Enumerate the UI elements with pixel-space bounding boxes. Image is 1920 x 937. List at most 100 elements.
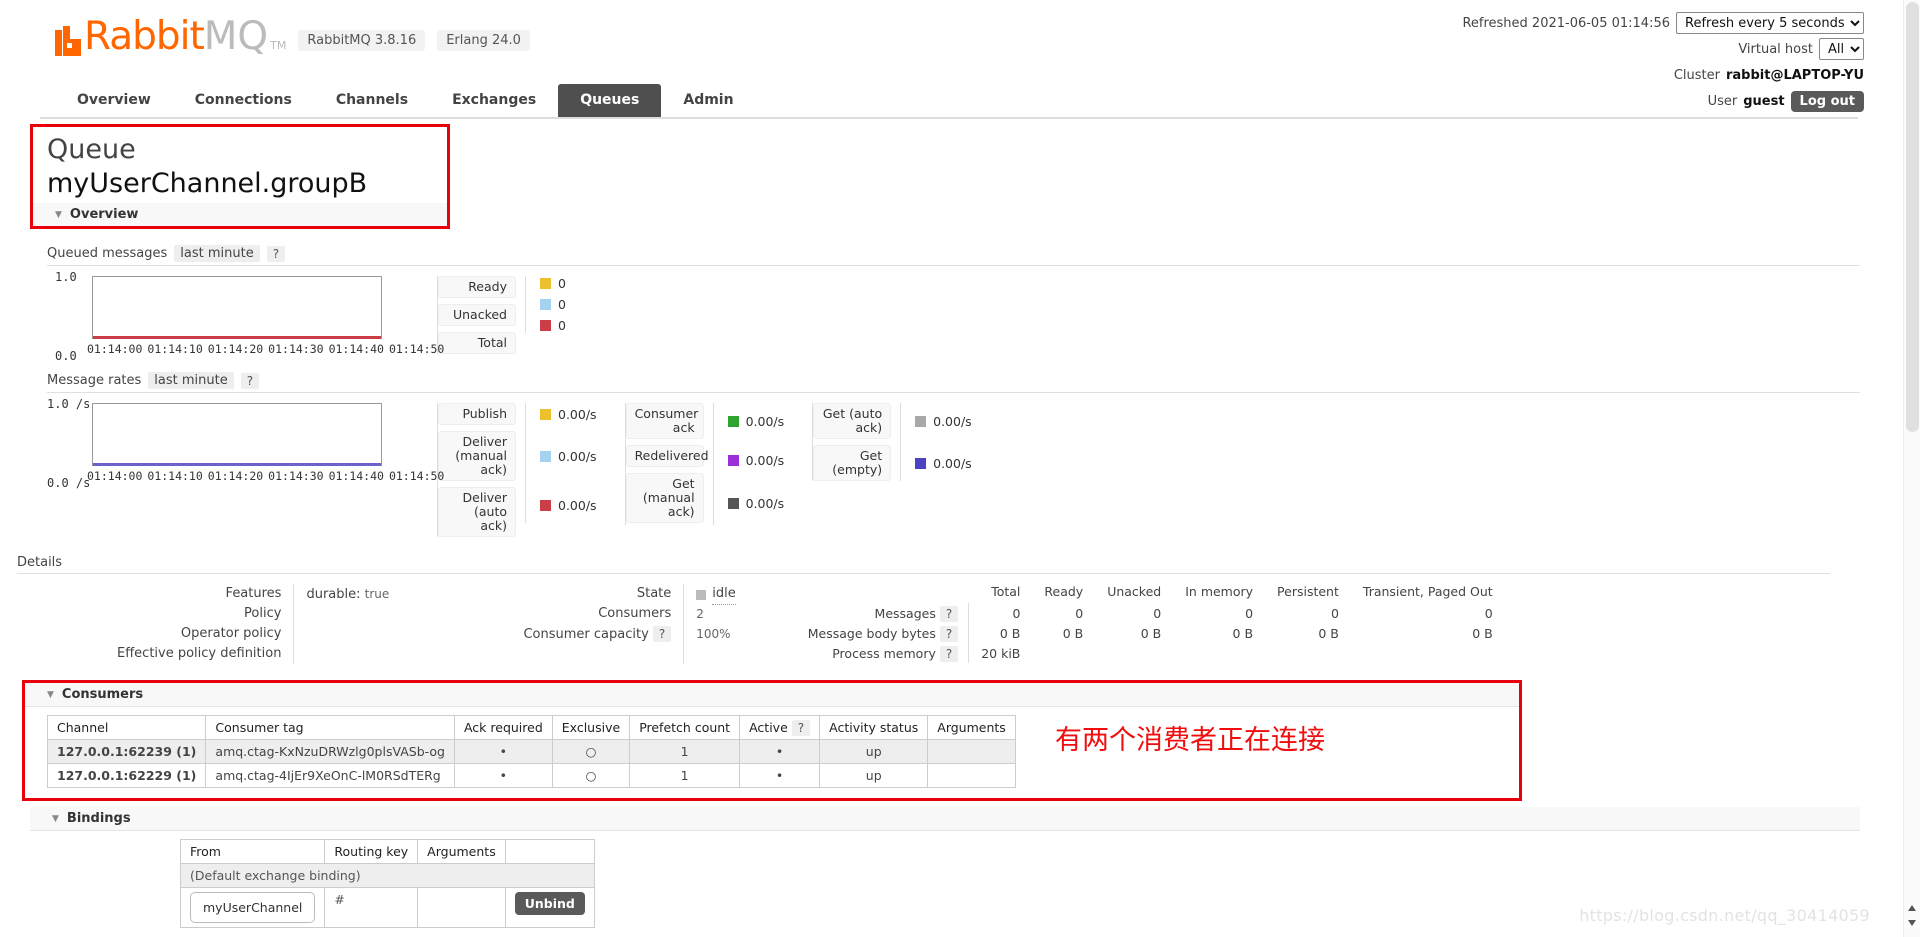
active-help-icon[interactable]: ? — [791, 720, 811, 736]
scrollbar-thumb[interactable] — [1906, 2, 1919, 432]
queued-unacked-value: 0 — [558, 297, 566, 312]
bytes-total: 0 B — [999, 625, 1021, 641]
col-activity-status[interactable]: Activity status — [819, 715, 929, 740]
legend-button-deliver-auto-ack[interactable]: Deliver (auto ack) — [438, 487, 516, 537]
consumer-tag: amq.ctag-KxNzuDRWzlg0plsVASb-og — [205, 739, 455, 764]
legend-button-ready[interactable]: Ready — [438, 276, 516, 298]
queued-ytick-top: 1.0 — [55, 270, 77, 284]
matrix-col-in-memory: In memory — [1185, 584, 1254, 599]
messages-matrix: Total Ready Unacked In memory Persistent… — [795, 584, 1505, 664]
swatch-publish-icon — [540, 408, 551, 420]
legend-button-publish[interactable]: Publish — [438, 403, 516, 425]
logout-button[interactable]: Log out — [1790, 90, 1864, 112]
message-rates-period[interactable]: last minute — [148, 372, 234, 389]
rabbitmq-logo[interactable]: Rabbit MQ TM RabbitMQ 3.8.16 Erlang 24.0 — [55, 17, 530, 56]
queued-messages-section: Queued messages last minute ? 1.0 0.0 01… — [30, 245, 1860, 363]
queued-total-series-line — [93, 336, 381, 339]
messages-total: 0 — [1012, 605, 1021, 621]
queue-name: myUserChannel.groupB — [47, 168, 368, 199]
tab-channels[interactable]: Channels — [314, 84, 430, 117]
queue-title-highlight-box: Queue myUserChannel.groupB ▼ Overview — [30, 124, 450, 229]
consumer-ack-rate-value: 0.00/s — [745, 413, 785, 429]
message-body-bytes-help-icon[interactable]: ? — [939, 625, 959, 642]
default-binding-row: (Default exchange binding) — [180, 863, 595, 888]
queued-messages-chart-row: 1.0 0.0 01:14:00 01:14:10 01:14:20 01:14… — [47, 270, 1860, 363]
queued-messages-period[interactable]: last minute — [174, 245, 260, 262]
message-rates-help-icon[interactable]: ? — [240, 372, 260, 389]
col-consumer-tag[interactable]: Consumer tag — [205, 715, 455, 740]
key-consumer-capacity: Consumer capacity ? — [523, 624, 672, 644]
legend-button-get-manual-ack[interactable]: Get (manual ack) — [625, 473, 704, 523]
rates-legend-col3: Get (auto ack) Get (empty) 0.00/s 0.00/s — [812, 403, 972, 481]
matrix-col-total: Total — [991, 584, 1021, 599]
process-memory-help-icon[interactable]: ? — [939, 645, 959, 662]
tab-overview[interactable]: Overview — [55, 84, 173, 117]
binding-arguments — [417, 887, 506, 928]
legend-button-total[interactable]: Total — [438, 332, 516, 354]
legend-value-ready: 0 — [540, 276, 566, 291]
col-active[interactable]: Active ? — [739, 715, 821, 740]
tab-admin[interactable]: Admin — [661, 84, 755, 117]
col-channel[interactable]: Channel — [46, 715, 207, 740]
legend-button-consumer-ack[interactable]: Consumer ack — [625, 403, 704, 439]
col-arguments[interactable]: Arguments — [927, 715, 1016, 740]
consumers-section-header[interactable]: ▼ Consumers — [25, 683, 1519, 707]
matrix-row-label-body-bytes: Message body bytes ? — [795, 623, 970, 643]
legend-button-unacked[interactable]: Unacked — [438, 304, 516, 326]
col-from: From — [179, 839, 326, 864]
legend-value-publish: 0.00/s — [540, 403, 597, 425]
tab-queues[interactable]: Queues — [558, 84, 662, 117]
legend-button-get-auto-ack[interactable]: Get (auto ack) — [813, 403, 892, 439]
legend-button-deliver-manual-ack[interactable]: Deliver (manual ack) — [438, 431, 516, 481]
queue-state-value: idle — [712, 584, 736, 605]
queued-messages-help-icon[interactable]: ? — [266, 245, 286, 262]
virtual-host-select[interactable]: All — [1819, 38, 1864, 60]
page-header: Rabbit MQ TM RabbitMQ 3.8.16 Erlang 24.0 R… — [0, 0, 1870, 112]
messages-help-icon[interactable]: ? — [939, 605, 959, 622]
legend-value-get-empty: 0.00/s — [915, 445, 972, 481]
page-scrollbar[interactable] — [1903, 0, 1920, 937]
consumer-activity-status: up — [819, 739, 929, 764]
key-state: State — [636, 586, 672, 601]
table-row[interactable]: 127.0.0.1:62239 (1) amq.ctag-KxNzuDRWzlg… — [46, 739, 1016, 764]
virtual-host-label: Virtual host — [1738, 41, 1813, 57]
col-ack-required[interactable]: Ack required — [453, 715, 553, 740]
consumers-block: ▼ Consumers Channel Consumer tag Ack req… — [0, 680, 1870, 801]
rates-plot-area — [92, 403, 382, 466]
rates-ytick-top: 1.0 /s — [47, 397, 91, 411]
scroll-down-arrow-icon[interactable] — [1908, 920, 1916, 926]
rates-xtick-1: 01:14:10 — [147, 469, 203, 483]
legend-button-redelivered[interactable]: Redelivered — [625, 445, 709, 467]
rates-ytick-bottom: 0.0 /s — [47, 476, 91, 490]
exchange-link-myuserchannel[interactable]: myUserChannel — [190, 892, 316, 923]
details-mid-keys: State Consumers Consumer capacity ? — [523, 584, 672, 664]
consumer-channel[interactable]: 127.0.0.1:62229 (1) — [46, 763, 207, 788]
tab-connections[interactable]: Connections — [173, 84, 314, 117]
bindings-section-header[interactable]: ▼ Bindings — [30, 807, 1860, 831]
consumer-active: • — [739, 739, 821, 764]
tab-exchanges[interactable]: Exchanges — [430, 84, 558, 117]
consumer-capacity-help-icon[interactable]: ? — [652, 626, 672, 642]
matrix-col-ready: Ready — [1044, 584, 1084, 599]
col-prefetch-count[interactable]: Prefetch count — [629, 715, 741, 740]
unbind-button[interactable]: Unbind — [514, 892, 585, 915]
rates-xtick-5: 01:14:50 — [388, 469, 445, 483]
message-rates-label: Message rates — [47, 373, 142, 388]
main-content: Queue myUserChannel.groupB ▼ Overview Qu… — [0, 124, 1870, 937]
col-exclusive[interactable]: Exclusive — [551, 715, 631, 740]
details-features-group: Features Policy Operator policy Effectiv… — [117, 584, 503, 664]
consumer-prefetch-count: 1 — [629, 739, 741, 764]
matrix-header-row: Total Ready Unacked In memory Persistent… — [796, 584, 1505, 603]
message-rates-title-row: Message rates last minute ? — [47, 372, 1860, 393]
rates-xtick-0: 01:14:00 — [87, 469, 143, 483]
overview-section-header[interactable]: ▼ Overview — [33, 203, 447, 226]
col-bind-action — [504, 839, 595, 864]
legend-button-get-empty[interactable]: Get (empty) — [813, 445, 892, 481]
chevron-down-icon: ▼ — [55, 209, 62, 220]
scroll-up-arrow-icon[interactable] — [1908, 905, 1916, 911]
chevron-down-icon-consumers: ▼ — [47, 689, 54, 700]
consumer-channel[interactable]: 127.0.0.1:62239 (1) — [46, 739, 207, 764]
table-row[interactable]: 127.0.0.1:62229 (1) amq.ctag-4IjEr9XeOnC… — [46, 763, 1016, 788]
queued-xtick-4: 01:14:40 — [328, 342, 384, 356]
refresh-interval-select[interactable]: Refresh every 5 seconds — [1676, 12, 1864, 34]
